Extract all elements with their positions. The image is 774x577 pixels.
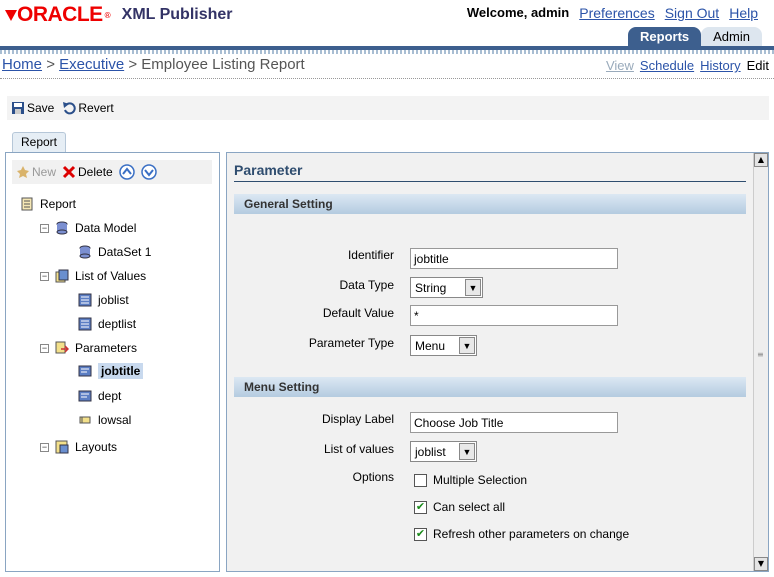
revert-button[interactable]: Revert <box>62 101 114 115</box>
main-tabs: Reports Admin <box>628 27 762 47</box>
tree-node-dataset[interactable]: DataSet 1 <box>78 245 151 259</box>
schedule-link[interactable]: Schedule <box>640 58 694 73</box>
parameter-icon <box>78 390 92 402</box>
breadcrumb-current: Employee Listing Report <box>141 56 305 73</box>
oracle-logo: ORACLE ® XML Publisher <box>5 3 233 26</box>
breadcrumb-executive[interactable]: Executive <box>59 56 124 73</box>
view-link[interactable]: View <box>606 58 634 73</box>
data-type-label: Data Type <box>339 278 394 292</box>
data-type-select[interactable]: String ▼ <box>410 277 483 298</box>
list-icon <box>78 317 92 331</box>
edit-label: Edit <box>746 58 769 73</box>
display-label-input[interactable]: Choose Job Title <box>410 412 618 433</box>
help-link[interactable]: Help <box>729 5 758 21</box>
tree-node-parameters[interactable]: − Parameters <box>40 341 137 355</box>
database-icon <box>79 245 91 259</box>
section-general-setting: General Setting <box>234 194 746 214</box>
tree-node-param-jobtitle[interactable]: jobtitle <box>78 363 144 379</box>
editor-toolbar: Save Revert <box>7 96 769 120</box>
history-link[interactable]: History <box>700 58 740 73</box>
parameter-type-select[interactable]: Menu ▼ <box>410 335 477 356</box>
save-icon <box>12 102 24 114</box>
oracle-arrow-icon <box>5 10 17 21</box>
breadcrumb-home[interactable]: Home <box>2 56 42 73</box>
breadcrumb: Home > Executive > Employee Listing Repo… <box>2 56 305 73</box>
tab-bar-pattern <box>0 50 774 54</box>
parameters-icon <box>55 341 69 354</box>
report-tree-panel <box>5 152 220 572</box>
report-icon <box>21 197 33 211</box>
layouts-icon <box>55 440 69 454</box>
can-select-all-option: ✔ Can select all <box>414 500 506 514</box>
product-name: XML Publisher <box>121 6 233 23</box>
tree-node-report[interactable]: Report <box>20 197 76 211</box>
default-value-input[interactable]: * <box>410 305 618 326</box>
default-value-label: Default Value <box>322 306 394 320</box>
panel-title: Parameter <box>234 162 303 178</box>
new-icon <box>17 166 29 178</box>
multiple-selection-option: Multiple Selection <box>414 473 527 487</box>
identifier-input[interactable]: jobtitle <box>410 248 618 269</box>
new-button[interactable]: New <box>16 165 56 179</box>
move-down-icon[interactable] <box>140 164 157 180</box>
text-parameter-icon <box>79 416 91 424</box>
can-select-all-checkbox[interactable]: ✔ <box>414 500 427 514</box>
save-button[interactable]: Save <box>11 101 54 115</box>
multiple-selection-checkbox[interactable] <box>414 473 427 487</box>
tree-node-param-lowsal[interactable]: lowsal <box>78 413 131 427</box>
scroll-up-icon[interactable]: ▲ <box>754 153 768 167</box>
tab-reports[interactable]: Reports <box>628 27 702 47</box>
options-label: Options <box>352 470 394 484</box>
tree-node-data-model[interactable]: − Data Model <box>40 221 136 235</box>
preferences-link[interactable]: Preferences <box>579 5 654 21</box>
tree-node-param-dept[interactable]: dept <box>78 389 121 403</box>
section-menu-setting: Menu Setting <box>234 377 746 397</box>
database-icon <box>56 221 68 235</box>
refresh-parameters-checkbox[interactable]: ✔ <box>414 527 427 541</box>
report-views: View Schedule History Edit <box>606 58 769 73</box>
collapse-toggle[interactable]: − <box>40 442 49 452</box>
tab-admin[interactable]: Admin <box>701 27 762 47</box>
list-icon <box>78 293 92 307</box>
collapse-toggle[interactable]: − <box>40 223 49 233</box>
collapse-toggle[interactable]: − <box>40 343 49 353</box>
welcome-text: Welcome, admin <box>466 5 570 20</box>
tab-report[interactable]: Report <box>12 132 66 152</box>
scroll-grip-icon: ≡ <box>757 350 764 359</box>
delete-button[interactable]: Delete <box>62 165 113 179</box>
parameter-icon <box>78 365 92 377</box>
tree-node-list-of-values[interactable]: − List of Values <box>40 269 146 283</box>
identifier-label: Identifier <box>347 248 394 262</box>
revert-icon <box>63 102 77 115</box>
tree-node-lov-deptlist[interactable]: deptlist <box>78 317 136 331</box>
tree-toolbar: New Delete <box>12 160 212 184</box>
list-of-values-icon <box>55 269 69 283</box>
sign-out-link[interactable]: Sign Out <box>665 5 719 21</box>
delete-icon <box>62 165 76 179</box>
display-label-label: Display Label <box>321 412 394 426</box>
list-of-values-label: List of values <box>323 442 394 456</box>
collapse-toggle[interactable]: − <box>40 271 49 281</box>
dropdown-arrow-icon: ▼ <box>459 443 475 460</box>
brand-name: ORACLE <box>17 3 103 26</box>
refresh-parameters-option: ✔ Refresh other parameters on change <box>414 527 630 541</box>
dropdown-arrow-icon: ▼ <box>459 337 475 354</box>
tree-node-layouts[interactable]: − Layouts <box>40 440 117 454</box>
tree-node-lov-joblist[interactable]: joblist <box>78 293 129 307</box>
panel-scrollbar[interactable]: ▲ ≡ ▼ <box>753 153 768 571</box>
dropdown-arrow-icon: ▼ <box>465 279 481 296</box>
top-navigation: Welcome, admin Preferences Sign Out Help <box>467 5 758 21</box>
parameter-type-label: Parameter Type <box>308 336 394 350</box>
move-up-icon[interactable] <box>118 164 135 180</box>
scroll-down-icon[interactable]: ▼ <box>754 557 768 571</box>
list-of-values-select[interactable]: joblist ▼ <box>410 441 477 462</box>
